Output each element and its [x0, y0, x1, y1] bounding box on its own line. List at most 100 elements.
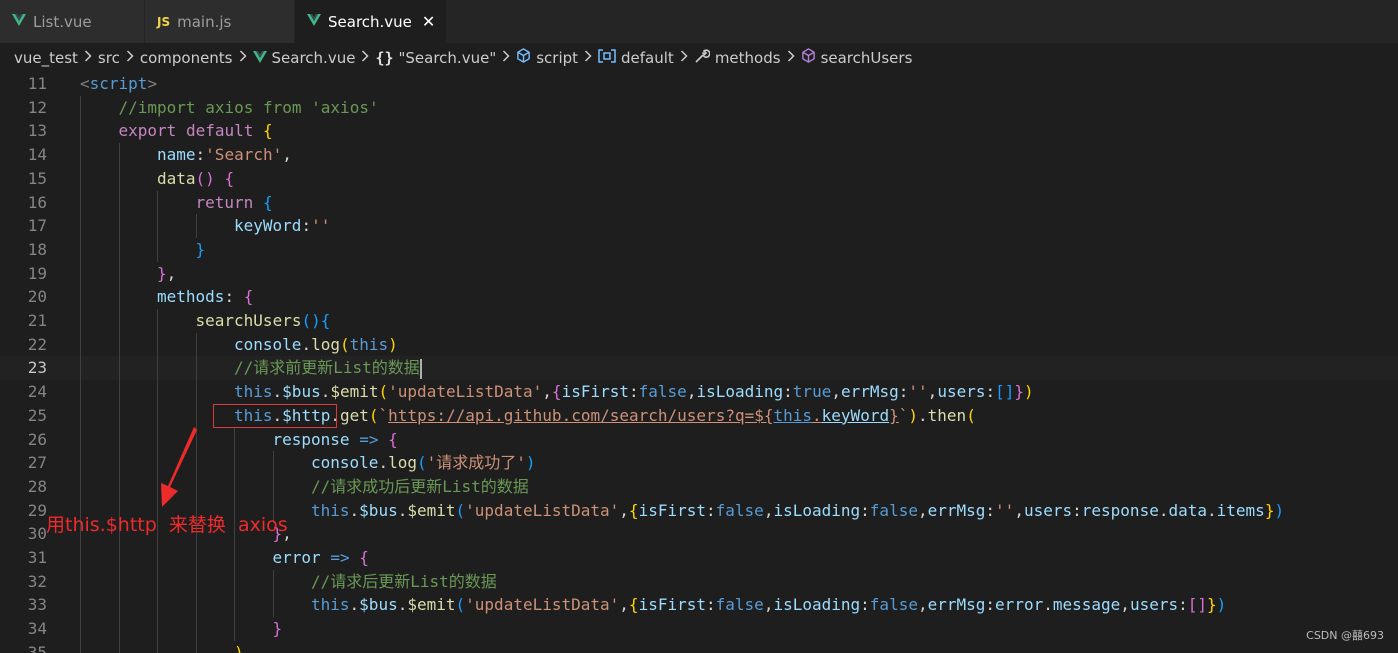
code-text: <script> — [80, 72, 157, 96]
code-line[interactable]: 13 export default { — [0, 119, 1398, 144]
code-token: errMsg — [927, 595, 986, 615]
code-token: . — [397, 595, 408, 615]
code-token: ) — [234, 642, 244, 653]
code-token: isFirst — [638, 500, 706, 520]
code-token: { — [628, 500, 639, 520]
code-text: //import axios from 'axios' — [119, 96, 379, 120]
code-token: users — [1129, 595, 1179, 615]
code-text: this.$bus.$emit('updateListData',{isFirs… — [234, 380, 1034, 404]
line-number: 35 — [27, 642, 47, 653]
indent-guide — [195, 593, 197, 618]
code-token: isLoading — [773, 595, 861, 615]
code-line[interactable]: 11 <script> — [0, 72, 1398, 96]
code-token: ) — [1274, 500, 1285, 520]
indent-guide — [80, 593, 81, 618]
indent-guide — [234, 427, 235, 452]
indent-guide — [80, 332, 81, 357]
breadcrumb-item-default[interactable]: default — [598, 49, 674, 67]
code-token: log — [388, 453, 417, 473]
code-line[interactable]: 25 this.$http.get(`https://api.github.com… — [0, 403, 1398, 428]
code-token: isLoading — [773, 500, 861, 520]
code-token: false — [715, 500, 764, 520]
code-line[interactable]: 27 console.log('请求成功了') — [0, 451, 1398, 476]
code-token: , — [282, 145, 292, 165]
breadcrumb-item-search-vue[interactable]: Search.vue — [252, 49, 355, 67]
code-line[interactable]: 15 data() { — [0, 166, 1398, 191]
code-token: script — [89, 74, 148, 93]
indent-guide — [157, 640, 158, 653]
code-line[interactable]: 33 this.$bus.$emit('updateListData',{isFi… — [0, 593, 1398, 618]
code-token: $emit — [407, 500, 456, 520]
code-token: : — [860, 500, 870, 520]
code-token: false — [638, 382, 687, 402]
close-icon[interactable]: ✕ — [422, 12, 435, 31]
code-token: '' — [908, 382, 928, 402]
code-token: response — [272, 429, 350, 449]
line-number: 14 — [27, 145, 47, 165]
code-token: get — [339, 405, 369, 425]
indent-guide — [195, 640, 197, 653]
indent-guide — [80, 356, 81, 381]
line-number: 16 — [27, 192, 47, 212]
code-token: users — [1023, 500, 1073, 520]
tab-search-vue[interactable]: Search.vue ✕ — [295, 0, 447, 43]
code-line[interactable]: 12 //import axios from 'axios' — [0, 95, 1398, 120]
code-token: { — [551, 382, 562, 402]
vue-icon — [12, 13, 26, 30]
code-line[interactable]: 23 //请求前更新List的数据 — [0, 356, 1398, 381]
code-token: ( — [455, 595, 466, 615]
code-line[interactable]: 14 name:'Search', — [0, 143, 1398, 168]
code-line[interactable]: 18} — [0, 237, 1398, 262]
code-token: { — [628, 595, 639, 615]
breadcrumb-item-components[interactable]: components — [140, 49, 233, 67]
indent-guide — [157, 237, 158, 262]
code-line[interactable]: 21 searchUsers(){ — [0, 309, 1398, 333]
code-line[interactable]: 32 //请求后更新List的数据 — [0, 569, 1398, 594]
line-number: 22 — [27, 334, 47, 354]
code-token: false — [869, 595, 918, 615]
indent-guide — [80, 427, 81, 452]
tab-main-js[interactable]: JS main.js — [145, 0, 295, 43]
watermark: CSDN @囍693 — [1306, 629, 1384, 642]
code-line[interactable]: 28 //请求成功后更新List的数据 — [0, 474, 1398, 499]
breadcrumb-item-src[interactable]: src — [98, 49, 120, 67]
code-token: isFirst — [561, 382, 629, 402]
breadcrumb-item-script[interactable]: script — [516, 48, 578, 67]
chevron-right-icon — [680, 49, 688, 66]
code-line[interactable]: 31 error => { — [0, 546, 1398, 570]
code-line[interactable]: 19}, — [0, 261, 1398, 286]
line-number: 17 — [27, 216, 47, 236]
code-token: keyWord — [821, 405, 890, 425]
code-token: log — [311, 334, 340, 354]
code-line[interactable]: 34} — [0, 617, 1398, 642]
tab-list-vue[interactable]: List.vue — [0, 0, 145, 43]
indent-guide — [157, 593, 158, 618]
code-line[interactable]: 26 response => { — [0, 427, 1398, 452]
code-text: ) — [234, 641, 244, 653]
breadcrumb-item-methods[interactable]: methods — [694, 48, 781, 68]
indent-guide — [118, 380, 120, 405]
code-line[interactable]: 35) — [0, 640, 1398, 653]
indent-guide — [80, 309, 81, 333]
line-number: 20 — [27, 287, 47, 307]
indent-guide — [118, 309, 120, 333]
code-token: , — [542, 382, 552, 402]
code-text: this.$bus.$emit('updateListData',{isFirs… — [311, 499, 1284, 523]
code-line[interactable]: 22 console.log(this) — [0, 332, 1398, 357]
code-line[interactable]: 16 return { — [0, 190, 1398, 215]
code-editor[interactable]: 11 <script> 12//import axios from 'axios' 1… — [0, 72, 1398, 653]
breadcrumb-item-searchusers[interactable]: searchUsers — [801, 48, 912, 67]
code-text: } — [196, 238, 206, 262]
code-text: //请求成功后更新List的数据 — [311, 475, 529, 499]
breadcrumb-label: vue_test — [14, 48, 78, 67]
breadcrumb-item-search-vue[interactable]: {} "Search.vue" — [375, 49, 496, 67]
code-line[interactable]: 24 this.$bus.$emit('updateListData',{isFi… — [0, 380, 1398, 405]
code-line[interactable]: 20 methods: { — [0, 285, 1398, 310]
line-number: 34 — [27, 619, 47, 639]
code-line[interactable]: 17 keyWord:'' — [0, 214, 1398, 239]
breadcrumb-item-vue-test[interactable]: vue_test — [14, 49, 78, 67]
code-token: ( — [368, 405, 379, 425]
tab-bar: List.vue JS main.js Search.vue ✕ — [0, 0, 1398, 43]
